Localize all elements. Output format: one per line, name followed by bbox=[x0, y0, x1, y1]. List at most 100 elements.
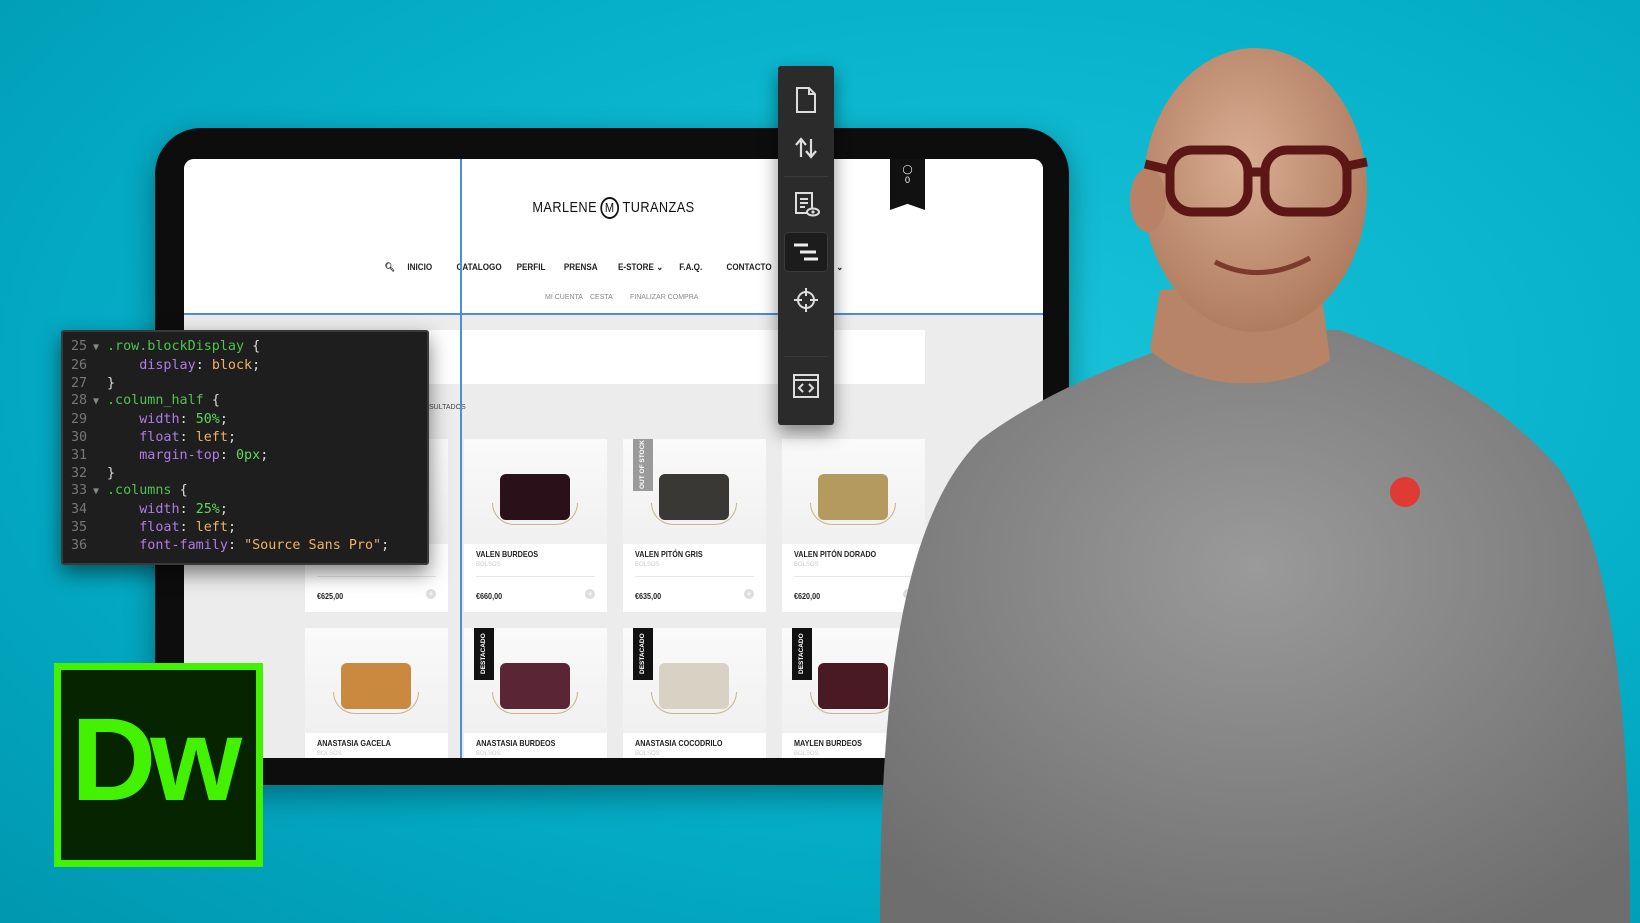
code-view-icon[interactable] bbox=[784, 366, 828, 406]
nav-perfil[interactable]: PERFIL bbox=[517, 262, 546, 272]
vertical-guide[interactable] bbox=[460, 159, 462, 758]
code-line[interactable]: 35 float: left; bbox=[71, 519, 419, 537]
logo-text-left: MARLENE bbox=[532, 198, 598, 216]
inspect-target-icon[interactable] bbox=[784, 280, 828, 320]
line-number: 30 bbox=[71, 429, 88, 445]
bag-image bbox=[659, 663, 729, 709]
nav-prensa[interactable]: PRENSA bbox=[564, 262, 598, 272]
code-token: left bbox=[195, 429, 228, 445]
subnav-mi-cuenta[interactable]: MI CUENTA bbox=[545, 294, 583, 301]
product-name[interactable]: VALEN PITÓN GRIS bbox=[635, 549, 703, 559]
product-category: BOLSOS bbox=[635, 751, 660, 757]
nav-estore[interactable]: E-STORE bbox=[618, 262, 654, 272]
product-name[interactable]: MAYLEN BURDEOS bbox=[794, 738, 862, 748]
fold-arrow-icon[interactable]: ▼ bbox=[93, 339, 107, 357]
code-token: } bbox=[107, 465, 116, 481]
code-line[interactable]: 26 display: block; bbox=[71, 357, 419, 375]
product-badge: DESTACADO bbox=[633, 628, 653, 680]
subnav-cesta[interactable]: CESTA bbox=[590, 294, 613, 301]
code-line[interactable]: 31 margin-top: 0px; bbox=[71, 447, 419, 465]
live-view-icon[interactable] bbox=[784, 184, 828, 224]
sweater bbox=[880, 330, 1630, 923]
code-token: : bbox=[179, 429, 196, 445]
add-to-cart-icon[interactable]: + bbox=[585, 589, 595, 599]
code-line[interactable]: 32} bbox=[71, 465, 419, 483]
chevron-down-icon: ⌄ bbox=[656, 262, 664, 272]
code-line[interactable]: 29 width: 50%; bbox=[71, 411, 419, 429]
code-token: ; bbox=[219, 412, 228, 428]
add-to-cart-icon[interactable]: + bbox=[426, 589, 436, 599]
new-document-icon[interactable] bbox=[784, 80, 828, 120]
code-token: : bbox=[179, 502, 196, 518]
code-token: block bbox=[211, 357, 253, 373]
line-number: 36 bbox=[71, 537, 88, 553]
code-token: width bbox=[107, 412, 180, 428]
product-card[interactable]: VALEN BURDEOS BOLSOS €660,00 + bbox=[464, 439, 607, 612]
product-price: €635,00 bbox=[635, 591, 662, 601]
divider bbox=[476, 576, 595, 577]
nav-contacto[interactable]: CONTACTO bbox=[727, 262, 772, 272]
bag-image bbox=[659, 474, 729, 520]
divider bbox=[317, 576, 436, 577]
product-name[interactable]: ANASTASIA COCODRILO bbox=[635, 738, 723, 748]
search-bar[interactable] bbox=[429, 330, 925, 384]
product-card[interactable]: VALEN PITÓN GRIS BOLSOS €635,00 + OUT OF ST… bbox=[623, 439, 766, 612]
nav-inicio[interactable]: INICIO bbox=[407, 262, 432, 272]
line-number: 27 bbox=[71, 375, 88, 391]
code-token: float bbox=[107, 519, 180, 535]
product-price: €660,00 bbox=[476, 591, 503, 601]
code-token: 25% bbox=[195, 502, 220, 518]
product-card[interactable]: ANASTASIA COCODRILO BOLSOS DESTACADO bbox=[623, 628, 766, 758]
file-transfer-icon[interactable] bbox=[784, 128, 828, 168]
code-token: margin-top bbox=[107, 447, 220, 463]
code-token: { bbox=[211, 393, 220, 409]
code-format-icon[interactable] bbox=[784, 232, 828, 272]
pin-badge bbox=[1390, 477, 1420, 507]
product-name[interactable]: VALEN BURDEOS bbox=[476, 549, 538, 559]
code-token: 50% bbox=[195, 412, 220, 428]
logo-text-right: TURANZAS bbox=[622, 198, 695, 216]
product-card[interactable]: ANASTASIA BURDEOS BOLSOS DESTACADO bbox=[464, 628, 607, 758]
product-name[interactable]: ANASTASIA BURDEOS bbox=[476, 738, 555, 748]
code-token: : bbox=[195, 357, 212, 373]
code-line[interactable]: 36 font-family: "Source Sans Pro"; bbox=[71, 537, 419, 555]
product-category: BOLSOS bbox=[635, 562, 660, 568]
code-token: font-family bbox=[107, 537, 228, 553]
divider bbox=[635, 576, 754, 577]
code-token: 0px bbox=[236, 447, 261, 463]
code-line[interactable]: 33 ▼ .columns { bbox=[71, 482, 419, 501]
product-name[interactable]: ANASTASIA GACELA bbox=[317, 738, 391, 748]
nav-catalogo[interactable]: CATALOGO bbox=[457, 262, 502, 272]
dreamweaver-logo: Dw bbox=[54, 663, 263, 867]
dreamweaver-logo-text: Dw bbox=[71, 694, 242, 826]
code-token: : bbox=[179, 412, 196, 428]
code-line[interactable]: 34 width: 25%; bbox=[71, 501, 419, 519]
head bbox=[1143, 48, 1367, 332]
product-card[interactable]: ANASTASIA GACELA BOLSOS bbox=[305, 628, 448, 758]
subnav-finalizar-compra[interactable]: FINALIZAR COMPRA bbox=[630, 294, 698, 301]
code-editor-panel[interactable]: 25 ▼ .row.blockDisplay {26 display: block;… bbox=[61, 330, 429, 565]
code-line[interactable]: 30 float: left; bbox=[71, 429, 419, 447]
code-token: width bbox=[107, 502, 180, 518]
product-image[interactable] bbox=[305, 628, 448, 733]
fold-arrow-icon[interactable]: ▼ bbox=[93, 483, 107, 501]
fold-arrow-icon[interactable]: ▼ bbox=[93, 393, 107, 411]
product-image[interactable] bbox=[464, 439, 607, 544]
add-to-cart-icon[interactable]: + bbox=[744, 589, 754, 599]
product-category: BOLSOS bbox=[476, 562, 501, 568]
nav-faq[interactable]: F.A.Q. bbox=[679, 262, 702, 272]
code-token: "Source Sans Pro" bbox=[244, 537, 382, 553]
code-token: ; bbox=[381, 537, 390, 553]
bag-image bbox=[500, 663, 570, 709]
code-line[interactable]: 28 ▼ .column_half { bbox=[71, 392, 419, 411]
search-icon[interactable]: 🔍︎ bbox=[385, 262, 395, 273]
line-number: 29 bbox=[71, 412, 88, 428]
code-token: display bbox=[107, 357, 196, 373]
code-token: ; bbox=[219, 502, 228, 518]
instructor-photo bbox=[880, 48, 1630, 923]
code-line[interactable]: 25 ▼ .row.blockDisplay { bbox=[71, 338, 419, 357]
code-line[interactable]: 27} bbox=[71, 375, 419, 393]
bag-image bbox=[341, 663, 411, 709]
code-token: ; bbox=[227, 429, 236, 445]
dreamweaver-toolbar bbox=[778, 66, 834, 425]
